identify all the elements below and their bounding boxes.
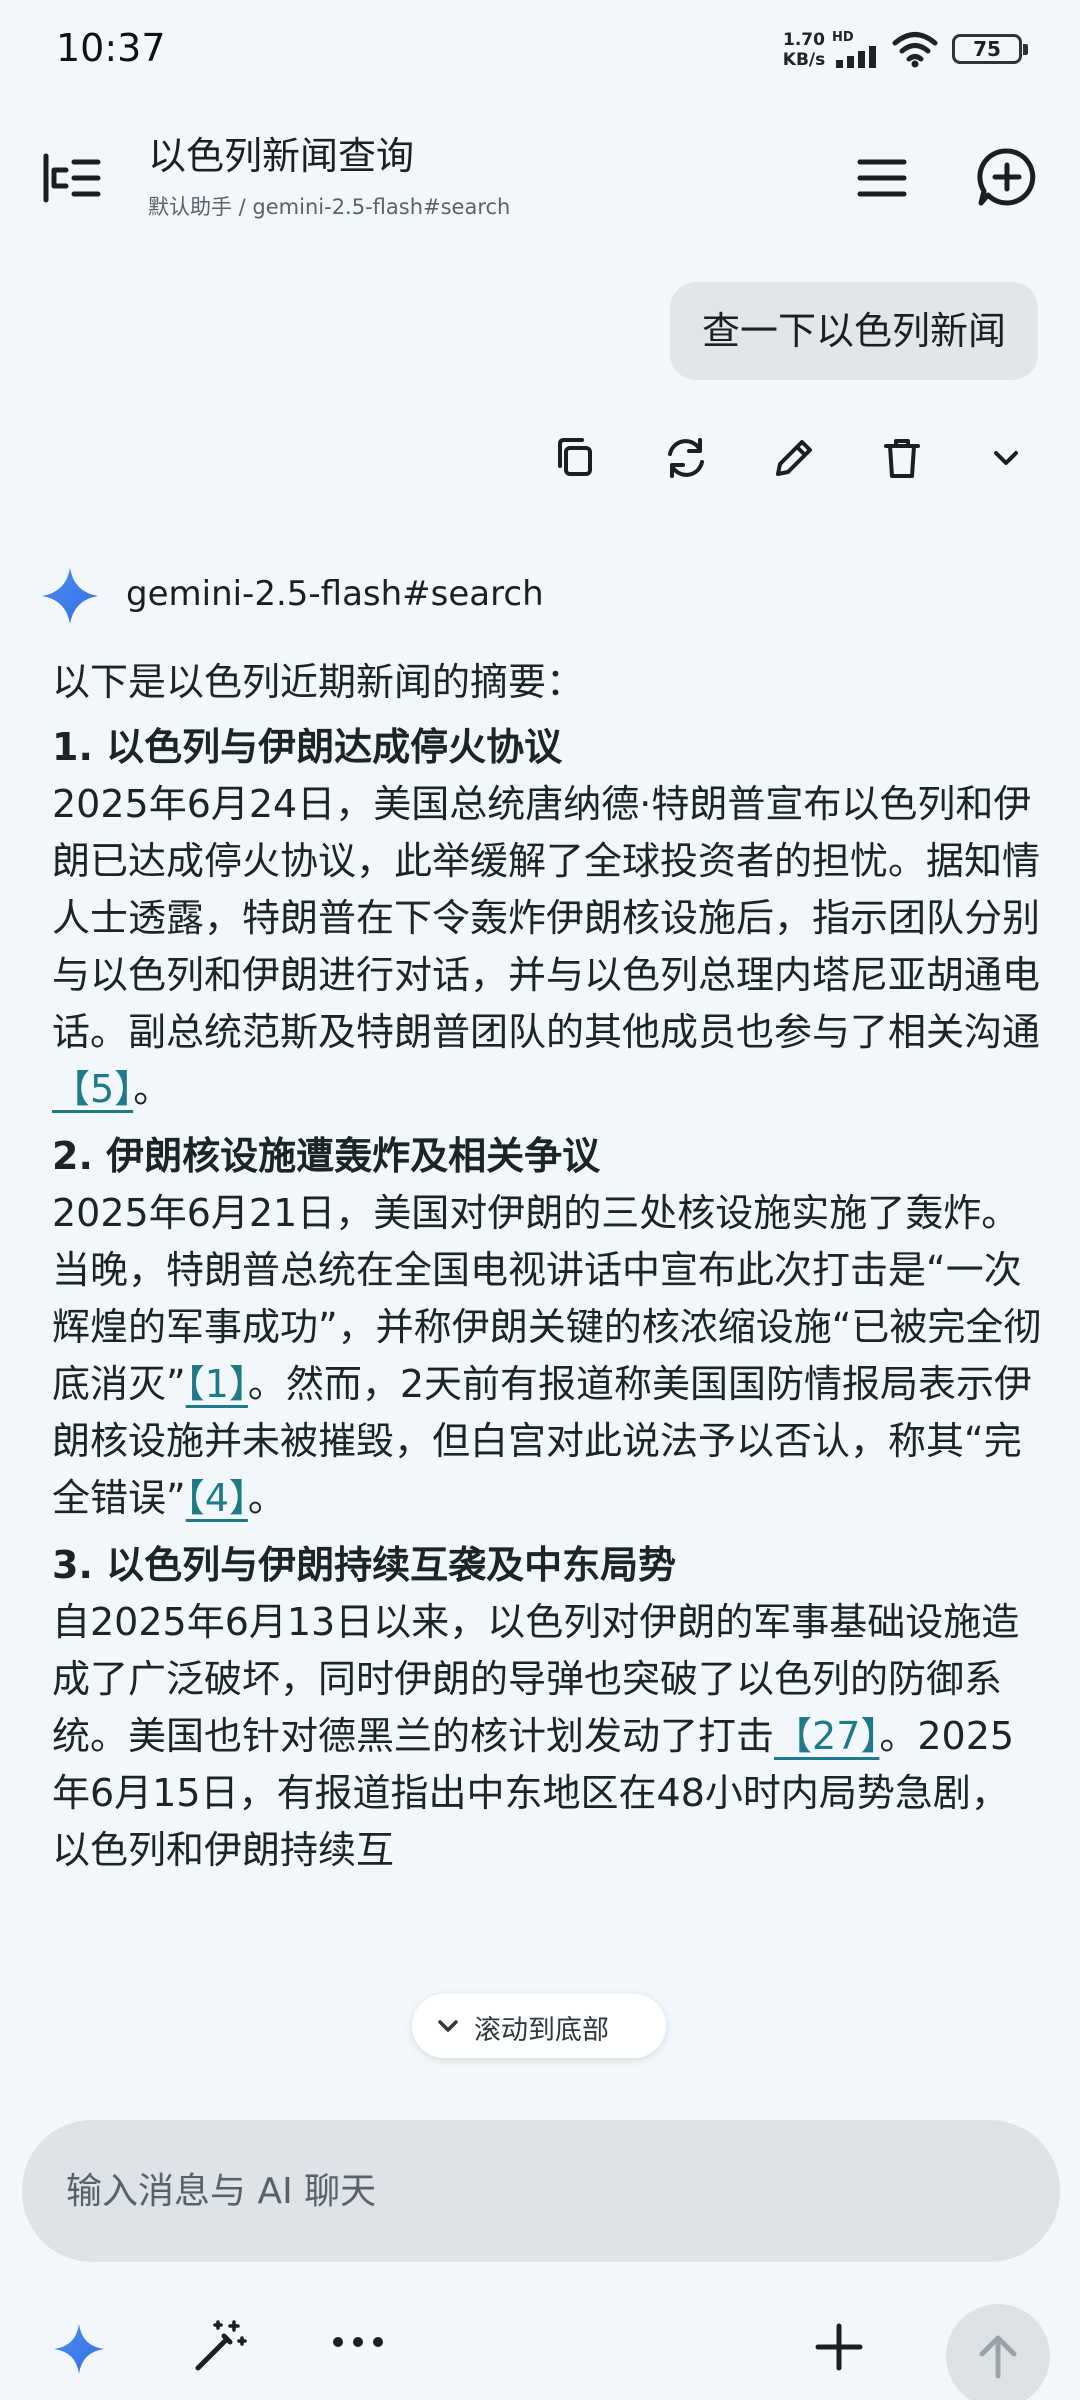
section-body: 2025年6月24日，美国总统唐纳德·特朗普宣布以色列和伊朗已达成停火协议，此举… xyxy=(52,776,1042,1118)
title-block[interactable]: 以色列新闻查询 默认助手 / gemini-2.5-flash#search xyxy=(148,128,510,222)
chat-screen: 10:37 1.70 KB/s HD 75 以色列新闻查询 默认助手 / gem… xyxy=(0,0,1080,2400)
status-time: 10:37 xyxy=(56,26,166,70)
model-name: gemini-2.5-flash#search xyxy=(126,574,544,614)
response-intro: 以下是以色列近期新闻的摘要： xyxy=(52,660,585,704)
user-message-bubble[interactable]: 查一下以色列新闻 xyxy=(669,282,1038,380)
composer-toolbar xyxy=(0,2292,1080,2400)
send-button[interactable] xyxy=(946,2304,1050,2400)
section-body: 2025年6月21日，美国对伊朗的三处核设施实施了轰炸。当晚，特朗普总统在全国电… xyxy=(52,1185,1042,1527)
citation-link[interactable]: 【5】 xyxy=(52,1067,133,1111)
citation-link[interactable]: 【4】 xyxy=(186,1476,248,1520)
copy-icon[interactable] xyxy=(548,430,604,486)
hd-label: HD xyxy=(832,30,854,45)
news-section: 2. 伊朗核设施遭轰炸及相关争议 2025年6月21日，美国对伊朗的三处核设施实… xyxy=(52,1128,1042,1527)
section-body: 自2025年6月13日以来，以色列对伊朗的军事基础设施造成了广泛破坏，同时伊朗的… xyxy=(52,1594,1042,1879)
section-text: 。 xyxy=(133,1067,172,1111)
chat-header: 以色列新闻查询 默认助手 / gemini-2.5-flash#search xyxy=(0,110,1080,240)
new-chat-icon[interactable] xyxy=(976,146,1038,208)
assistant-response: 以下是以色列近期新闻的摘要： 1. 以色列与伊朗达成停火协议 2025年6月24… xyxy=(52,654,1042,2114)
news-section: 1. 以色列与伊朗达成停火协议 2025年6月24日，美国总统唐纳德·特朗普宣布… xyxy=(52,719,1042,1118)
delete-icon[interactable] xyxy=(874,430,930,486)
scroll-to-bottom-label: 滚动到底部 xyxy=(474,2015,609,2046)
section-title: 3. 以色列与伊朗持续互袭及中东局势 xyxy=(52,1543,677,1587)
section-text: 。 xyxy=(247,1476,286,1520)
network-speed-unit: KB/s xyxy=(782,50,826,70)
gemini-sparkle-icon xyxy=(42,568,98,624)
citation-link[interactable]: 【27】 xyxy=(774,1714,879,1758)
composer xyxy=(0,2100,1080,2400)
section-title: 1. 以色列与伊朗达成停火协议 xyxy=(52,725,563,769)
regenerate-icon[interactable] xyxy=(658,430,714,486)
chevron-down-icon[interactable] xyxy=(978,430,1034,486)
arrow-up-icon xyxy=(979,2335,1017,2379)
battery-indicator: 75 xyxy=(952,34,1028,64)
menu-icon[interactable] xyxy=(856,152,908,204)
section-text: 2025年6月24日，美国总统唐纳德·特朗普宣布以色列和伊朗已达成停火协议，此举… xyxy=(52,782,1041,1054)
news-section: 3. 以色列与伊朗持续互袭及中东局势 自2025年6月13日以来，以色列对伊朗的… xyxy=(52,1537,1042,1879)
status-bar: 10:37 1.70 KB/s HD 75 xyxy=(0,0,1080,100)
message-actions xyxy=(548,430,1048,490)
gemini-model-icon[interactable] xyxy=(52,2322,106,2376)
chevron-down-icon xyxy=(438,2020,458,2032)
add-icon[interactable] xyxy=(812,2320,866,2374)
network-speed: 1.70 KB/s xyxy=(778,30,830,70)
message-input[interactable] xyxy=(22,2120,1060,2262)
scroll-to-bottom-button[interactable]: 滚动到底部 xyxy=(412,1994,666,2058)
section-title: 2. 伊朗核设施遭轰炸及相关争议 xyxy=(52,1134,601,1178)
more-icon[interactable] xyxy=(330,2332,386,2352)
assistant-model-subtitle: 默认助手 / gemini-2.5-flash#search xyxy=(148,195,511,219)
signal-icon xyxy=(836,46,876,68)
edit-icon[interactable] xyxy=(766,430,822,486)
citation-link[interactable]: 【1】 xyxy=(186,1362,248,1406)
chat-title: 以色列新闻查询 xyxy=(148,134,415,178)
topic-drawer-icon[interactable] xyxy=(40,150,104,206)
network-speed-value: 1.70 xyxy=(783,30,825,50)
wifi-icon xyxy=(892,32,938,68)
magic-wand-icon[interactable] xyxy=(190,2316,250,2376)
